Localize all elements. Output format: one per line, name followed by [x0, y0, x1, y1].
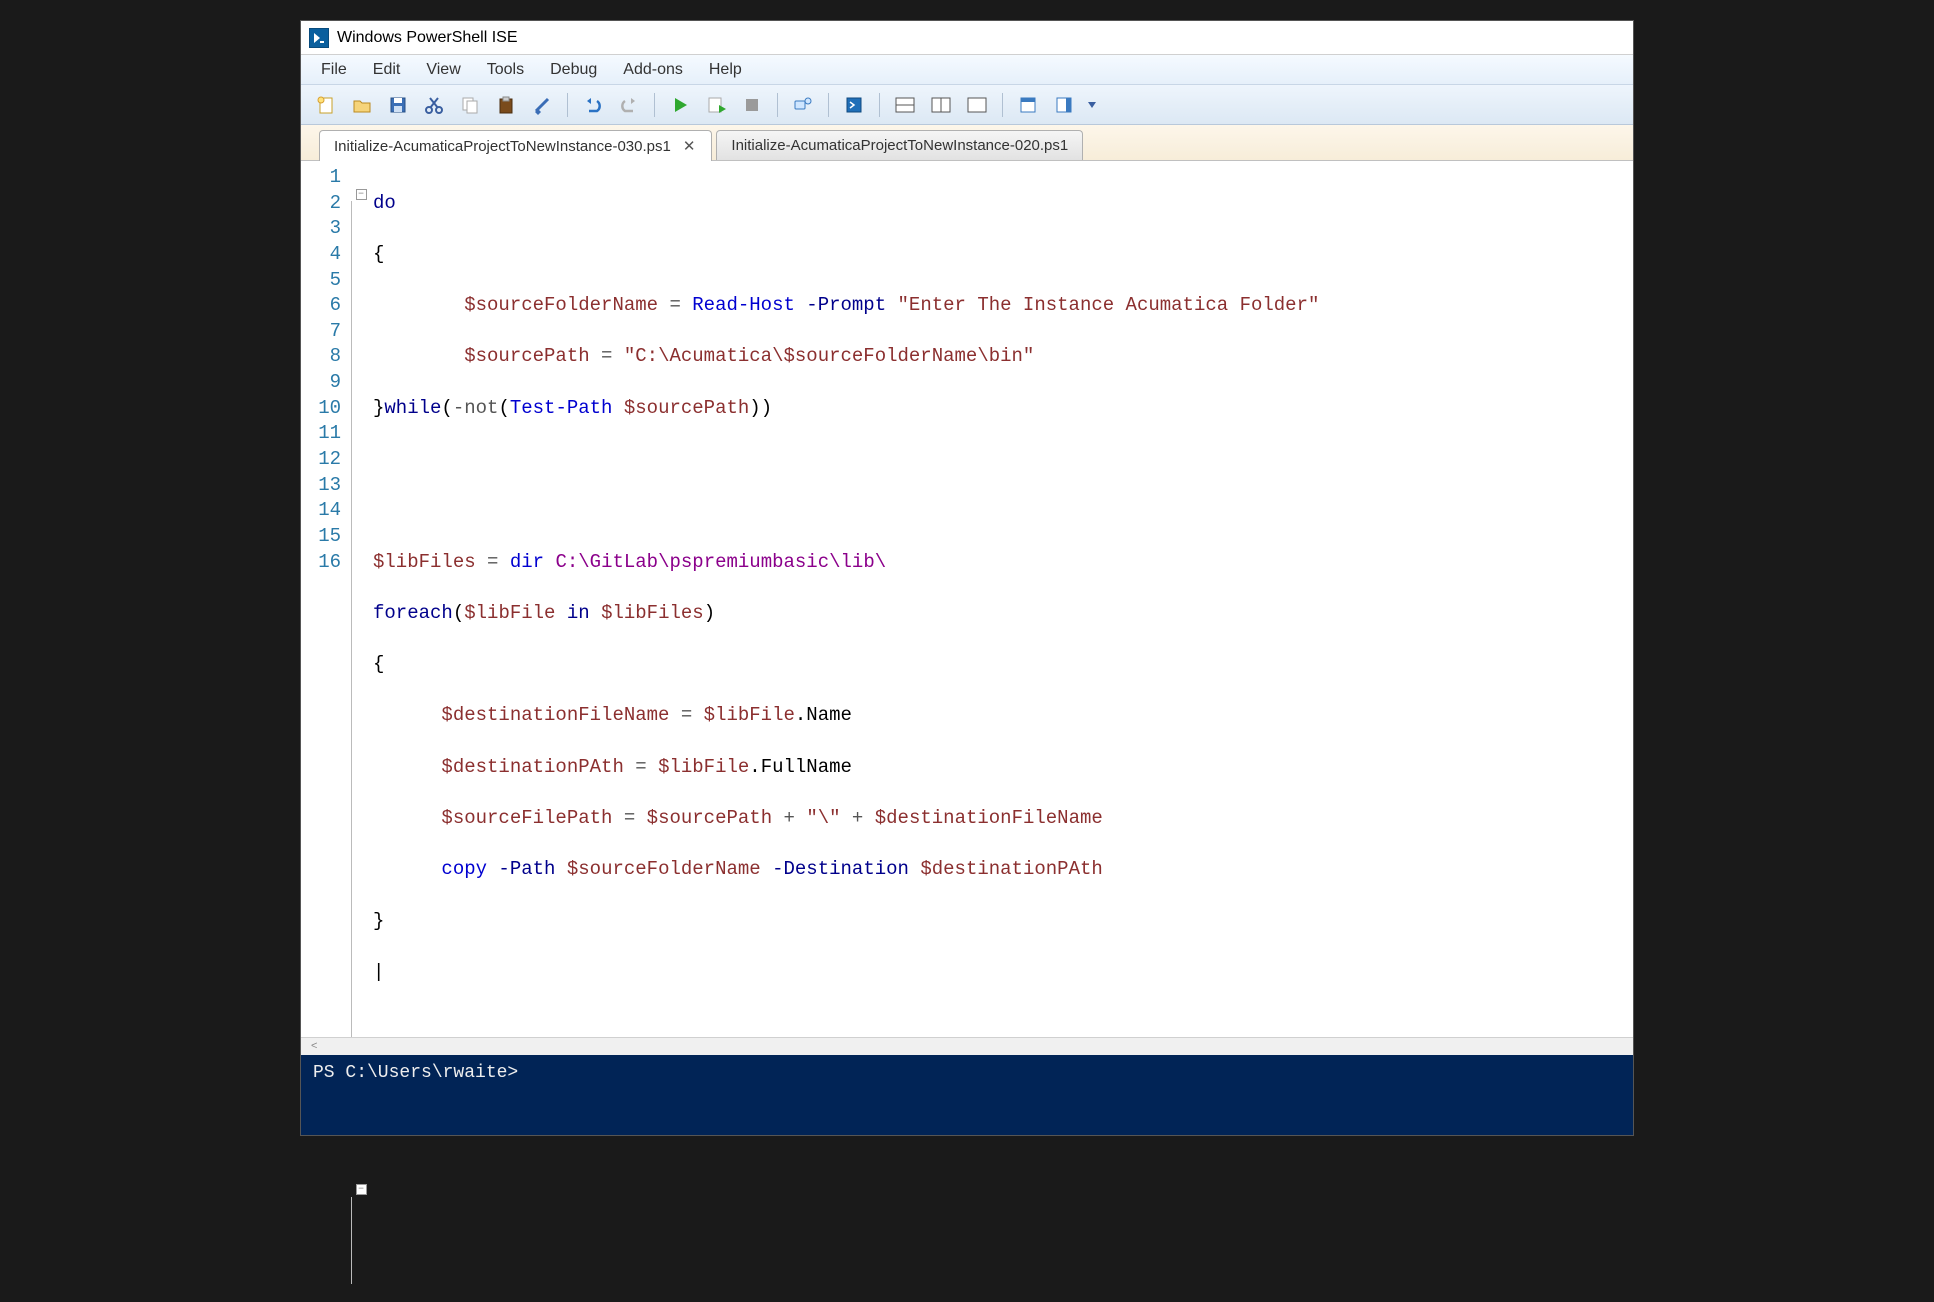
- tab-inactive[interactable]: Initialize-AcumaticaProjectToNewInstance…: [716, 130, 1083, 160]
- menu-help[interactable]: Help: [697, 57, 754, 83]
- open-file-icon[interactable]: [347, 90, 377, 120]
- titlebar[interactable]: Windows PowerShell ISE: [301, 21, 1633, 55]
- window-title: Windows PowerShell ISE: [337, 29, 518, 47]
- toolbar-separator: [777, 93, 778, 117]
- menu-tools[interactable]: Tools: [475, 57, 536, 83]
- menu-edit[interactable]: Edit: [361, 57, 413, 83]
- cut-icon[interactable]: [419, 90, 449, 120]
- tab-active[interactable]: Initialize-AcumaticaProjectToNewInstance…: [319, 130, 712, 161]
- toolbar: [301, 85, 1633, 125]
- new-file-icon[interactable]: [311, 90, 341, 120]
- show-script-icon[interactable]: [1013, 90, 1043, 120]
- fold-toggle-icon[interactable]: –: [356, 1184, 367, 1195]
- remote-icon[interactable]: [788, 90, 818, 120]
- toolbar-separator: [654, 93, 655, 117]
- menu-addons[interactable]: Add-ons: [611, 57, 695, 83]
- copy-icon[interactable]: [455, 90, 485, 120]
- redo-icon[interactable]: [614, 90, 644, 120]
- app-icon: [309, 28, 329, 48]
- toolbar-separator: [567, 93, 568, 117]
- tab-label: Initialize-AcumaticaProjectToNewInstance…: [334, 138, 671, 155]
- layout-split-v-icon[interactable]: [926, 90, 956, 120]
- save-file-icon[interactable]: [383, 90, 413, 120]
- show-command-icon[interactable]: [1049, 90, 1079, 120]
- statusbar-scroll-hint: <: [311, 1040, 317, 1052]
- editor-statusbar: <: [301, 1037, 1633, 1055]
- console-pane[interactable]: PS C:\Users\rwaite>: [301, 1055, 1633, 1135]
- run-script-icon[interactable]: [665, 90, 695, 120]
- menu-file[interactable]: File: [309, 57, 359, 83]
- toolbar-separator: [879, 93, 880, 117]
- menu-view[interactable]: View: [414, 57, 472, 83]
- fold-gutter[interactable]: – –: [351, 165, 371, 1037]
- toolbar-separator: [1002, 93, 1003, 117]
- fold-toggle-icon[interactable]: –: [356, 189, 367, 200]
- clear-icon[interactable]: [527, 90, 557, 120]
- powershell-pane-icon[interactable]: [839, 90, 869, 120]
- run-selection-icon[interactable]: [701, 90, 731, 120]
- toolbox-dropdown-icon[interactable]: [1085, 90, 1099, 120]
- layout-split-h-icon[interactable]: [890, 90, 920, 120]
- menu-debug[interactable]: Debug: [538, 57, 609, 83]
- undo-icon[interactable]: [578, 90, 608, 120]
- code-editor[interactable]: 1234 5678 9101112 13141516 – – do { $sou…: [301, 161, 1633, 1037]
- app-window: Windows PowerShell ISE File Edit View To…: [300, 20, 1634, 1136]
- tabstrip: Initialize-AcumaticaProjectToNewInstance…: [301, 125, 1633, 161]
- menubar: File Edit View Tools Debug Add-ons Help: [301, 55, 1633, 85]
- toolbar-separator: [828, 93, 829, 117]
- layout-full-icon[interactable]: [962, 90, 992, 120]
- console-prompt: PS C:\Users\rwaite>: [313, 1063, 518, 1083]
- paste-icon[interactable]: [491, 90, 521, 120]
- tab-label: Initialize-AcumaticaProjectToNewInstance…: [731, 137, 1068, 154]
- close-icon[interactable]: ✕: [681, 139, 698, 154]
- code-content[interactable]: do { $sourceFolderName = Read-Host -Prom…: [371, 165, 1633, 1037]
- line-number-gutter: 1234 5678 9101112 13141516: [301, 165, 351, 1037]
- stop-icon[interactable]: [737, 90, 767, 120]
